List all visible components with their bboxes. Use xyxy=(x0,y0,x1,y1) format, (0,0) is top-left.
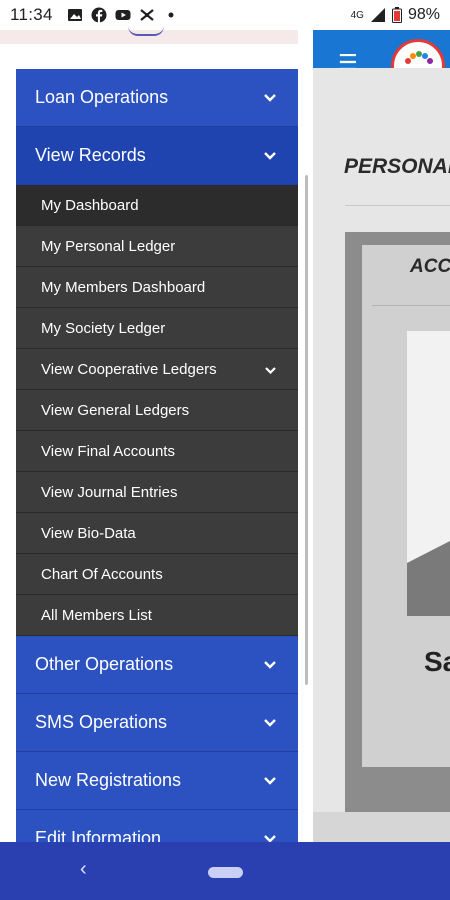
submenu-my-dashboard[interactable]: My Dashboard xyxy=(16,185,298,226)
title-divider xyxy=(345,205,450,206)
submenu-all-members-list[interactable]: All Members List xyxy=(16,595,298,636)
status-time: 11:34 xyxy=(10,5,53,24)
submenu-my-personal-ledger[interactable]: My Personal Ledger xyxy=(16,226,298,267)
menu-label: Loan Operations xyxy=(35,87,169,107)
logo-petals-icon xyxy=(405,51,433,64)
back-icon[interactable]: ‹ xyxy=(80,858,87,881)
chevron-down-icon xyxy=(264,834,276,842)
submenu-label: All Members List xyxy=(41,606,152,624)
submenu-view-cooperative-ledgers[interactable]: View Cooperative Ledgers xyxy=(16,349,298,390)
submenu-label: My Members Dashboard xyxy=(41,278,206,296)
card-chart xyxy=(407,331,450,616)
submenu-view-general-ledgers[interactable]: View General Ledgers xyxy=(16,390,298,431)
drawer-scrollbar[interactable] xyxy=(305,175,308,685)
submenu-label: My Dashboard xyxy=(41,196,139,214)
submenu-label: My Society Ledger xyxy=(41,319,166,337)
submenu-view-journal-entries[interactable]: View Journal Entries xyxy=(16,472,298,513)
menu-sms-operations[interactable]: SMS Operations xyxy=(16,694,298,752)
menu-new-registrations[interactable]: New Registrations xyxy=(16,752,298,810)
submenu-label: View Final Accounts xyxy=(41,442,175,460)
chevron-down-icon xyxy=(264,93,276,102)
drawer-header-strip xyxy=(0,30,298,44)
chevron-down-icon xyxy=(264,776,276,785)
submenu-my-society-ledger[interactable]: My Society Ledger xyxy=(16,308,298,349)
chevron-down-icon xyxy=(265,361,276,378)
menu-other-operations[interactable]: Other Operations xyxy=(16,636,298,694)
menu-label: Edit Information xyxy=(35,828,162,842)
submenu-my-members-dashboard[interactable]: My Members Dashboard xyxy=(16,267,298,308)
facebook-icon xyxy=(91,7,107,23)
chevron-down-icon xyxy=(264,151,276,160)
submenu-label: My Personal Ledger xyxy=(41,237,176,255)
submenu-label: Chart Of Accounts xyxy=(41,565,163,583)
battery-icon xyxy=(391,7,402,23)
chevron-down-icon xyxy=(264,718,276,727)
submenu-label: View Cooperative Ledgers xyxy=(41,360,217,378)
network-label: 4G xyxy=(350,9,364,21)
card-divider xyxy=(372,305,450,306)
signal-icon xyxy=(370,8,385,22)
submenu-label: View General Ledgers xyxy=(41,401,190,419)
battery-level: 98% xyxy=(407,6,440,23)
cooperative-app-icon xyxy=(140,9,154,21)
dot-icon xyxy=(168,12,174,18)
submenu-view-final-accounts[interactable]: View Final Accounts xyxy=(16,431,298,472)
image-icon xyxy=(67,9,82,21)
status-bar: 11:34 4G 98% xyxy=(0,0,450,30)
page-title: PERSONAL xyxy=(344,155,450,178)
menu-label: Other Operations xyxy=(35,654,174,674)
submenu-label: View Journal Entries xyxy=(41,483,178,501)
menu-label: View Records xyxy=(35,145,146,165)
menu-label: New Registrations xyxy=(35,770,182,790)
home-pill-icon[interactable] xyxy=(208,867,243,878)
submenu-view-bio-data[interactable]: View Bio-Data xyxy=(16,513,298,554)
menu-edit-information[interactable]: Edit Information xyxy=(16,810,298,842)
submenu-label: View Bio-Data xyxy=(41,524,136,542)
submenu-chart-of-accounts[interactable]: Chart Of Accounts xyxy=(16,554,298,595)
drawer-menu: Loan Operations View Records My Dashboar… xyxy=(16,69,298,842)
chevron-down-icon xyxy=(264,660,276,669)
menu-loan-operations[interactable]: Loan Operations xyxy=(16,69,298,127)
menu-view-records[interactable]: View Records xyxy=(16,127,298,185)
card-text: Sa xyxy=(424,646,450,677)
card-title: ACC xyxy=(410,256,450,277)
system-nav-bar: ‹ xyxy=(0,842,450,900)
youtube-icon xyxy=(115,10,131,20)
menu-label: SMS Operations xyxy=(35,712,168,732)
chart-area-shape xyxy=(407,541,450,616)
notification-icons xyxy=(67,7,179,23)
